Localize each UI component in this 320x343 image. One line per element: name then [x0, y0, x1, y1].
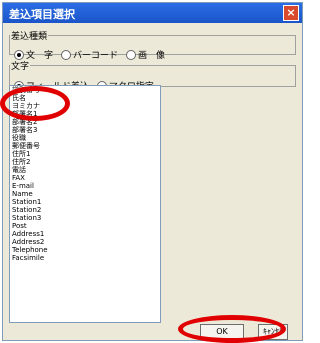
list-item[interactable]: Address2: [10, 238, 160, 246]
list-item[interactable]: E-mail: [10, 182, 160, 190]
text-mode-legend: 文字: [11, 62, 30, 72]
list-item[interactable]: Post: [10, 222, 160, 230]
list-item[interactable]: Name: [10, 190, 160, 198]
merge-kind-group: 差込種類 文 字 バーコード 画 像: [9, 29, 296, 61]
radio-selected-icon: [14, 49, 24, 60]
annotation-circle-list: [0, 86, 70, 121]
list-item[interactable]: Station1: [10, 198, 160, 206]
list-item[interactable]: Station2: [10, 206, 160, 214]
window-title: 差込項目選択: [9, 8, 75, 21]
radio-icon: [126, 49, 137, 60]
title-bar: 差込項目選択 ×: [3, 3, 302, 23]
merge-kind-legend: 差込種類: [11, 32, 48, 42]
list-item[interactable]: 住所1: [10, 150, 160, 158]
text-mode-group: 文字 フィールド差込 マクロ指定: [9, 59, 296, 92]
dialog: 差込項目選択 × 差込種類 文 字 バーコード 画 像 文字 フィールド差込: [2, 2, 303, 341]
list-item[interactable]: 部署名3: [10, 126, 160, 134]
list-item[interactable]: Address1: [10, 230, 160, 238]
list-item[interactable]: 電話: [10, 166, 160, 174]
list-item[interactable]: FAX: [10, 174, 160, 182]
list-item[interactable]: 住所2: [10, 158, 160, 166]
list-item[interactable]: 郵便番号: [10, 142, 160, 150]
close-icon[interactable]: ×: [283, 5, 299, 21]
list-item[interactable]: 役職: [10, 134, 160, 142]
list-item[interactable]: Facsimile: [10, 254, 160, 262]
list-item[interactable]: Station3: [10, 214, 160, 222]
annotation-circle-buttons: [178, 315, 286, 343]
radio-icon: [61, 49, 72, 60]
list-item[interactable]: Telephone: [10, 246, 160, 254]
